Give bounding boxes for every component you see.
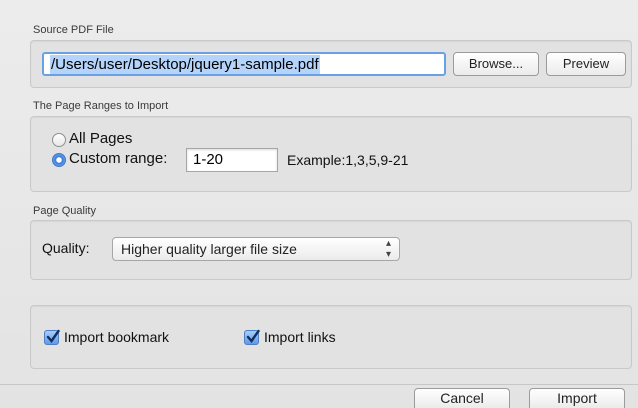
all-pages-label[interactable]: All Pages bbox=[69, 130, 132, 147]
custom-range-radio[interactable] bbox=[52, 153, 66, 167]
quality-select-value: Higher quality larger file size bbox=[121, 241, 297, 257]
page-quality-section-title: Page Quality bbox=[33, 205, 96, 217]
checkmark-icon bbox=[246, 329, 260, 343]
quality-select[interactable]: Higher quality larger file size ▴ ▾ bbox=[112, 237, 400, 261]
import-bookmark-checkbox[interactable] bbox=[44, 329, 60, 345]
footer-divider bbox=[0, 384, 638, 385]
updown-arrows-icon: ▴ ▾ bbox=[385, 238, 391, 260]
range-example-text: Example:1,3,5,9-21 bbox=[287, 152, 409, 168]
import-links-label[interactable]: Import links bbox=[264, 329, 336, 345]
source-pdf-section-title: Source PDF File bbox=[33, 24, 114, 36]
import-button[interactable]: Import bbox=[529, 388, 625, 408]
import-bookmark-label[interactable]: Import bookmark bbox=[64, 329, 169, 345]
custom-range-input[interactable]: 1-20 bbox=[186, 148, 278, 172]
source-path-text: /Users/user/Desktop/jquery1-sample.pdf bbox=[50, 55, 320, 74]
checkmark-icon bbox=[46, 329, 60, 343]
source-path-input[interactable]: /Users/user/Desktop/jquery1-sample.pdf bbox=[42, 52, 446, 76]
custom-range-label[interactable]: Custom range: bbox=[69, 150, 167, 167]
all-pages-radio[interactable] bbox=[52, 133, 66, 147]
import-links-checkbox[interactable] bbox=[244, 329, 260, 345]
browse-button[interactable]: Browse... bbox=[453, 52, 539, 76]
page-ranges-section-title: The Page Ranges to Import bbox=[33, 100, 169, 112]
import-pdf-dialog: Source PDF File /Users/user/Desktop/jque… bbox=[0, 0, 638, 408]
cancel-button[interactable]: Cancel bbox=[414, 388, 510, 408]
preview-button[interactable]: Preview bbox=[546, 52, 626, 76]
quality-label: Quality: bbox=[42, 240, 90, 256]
